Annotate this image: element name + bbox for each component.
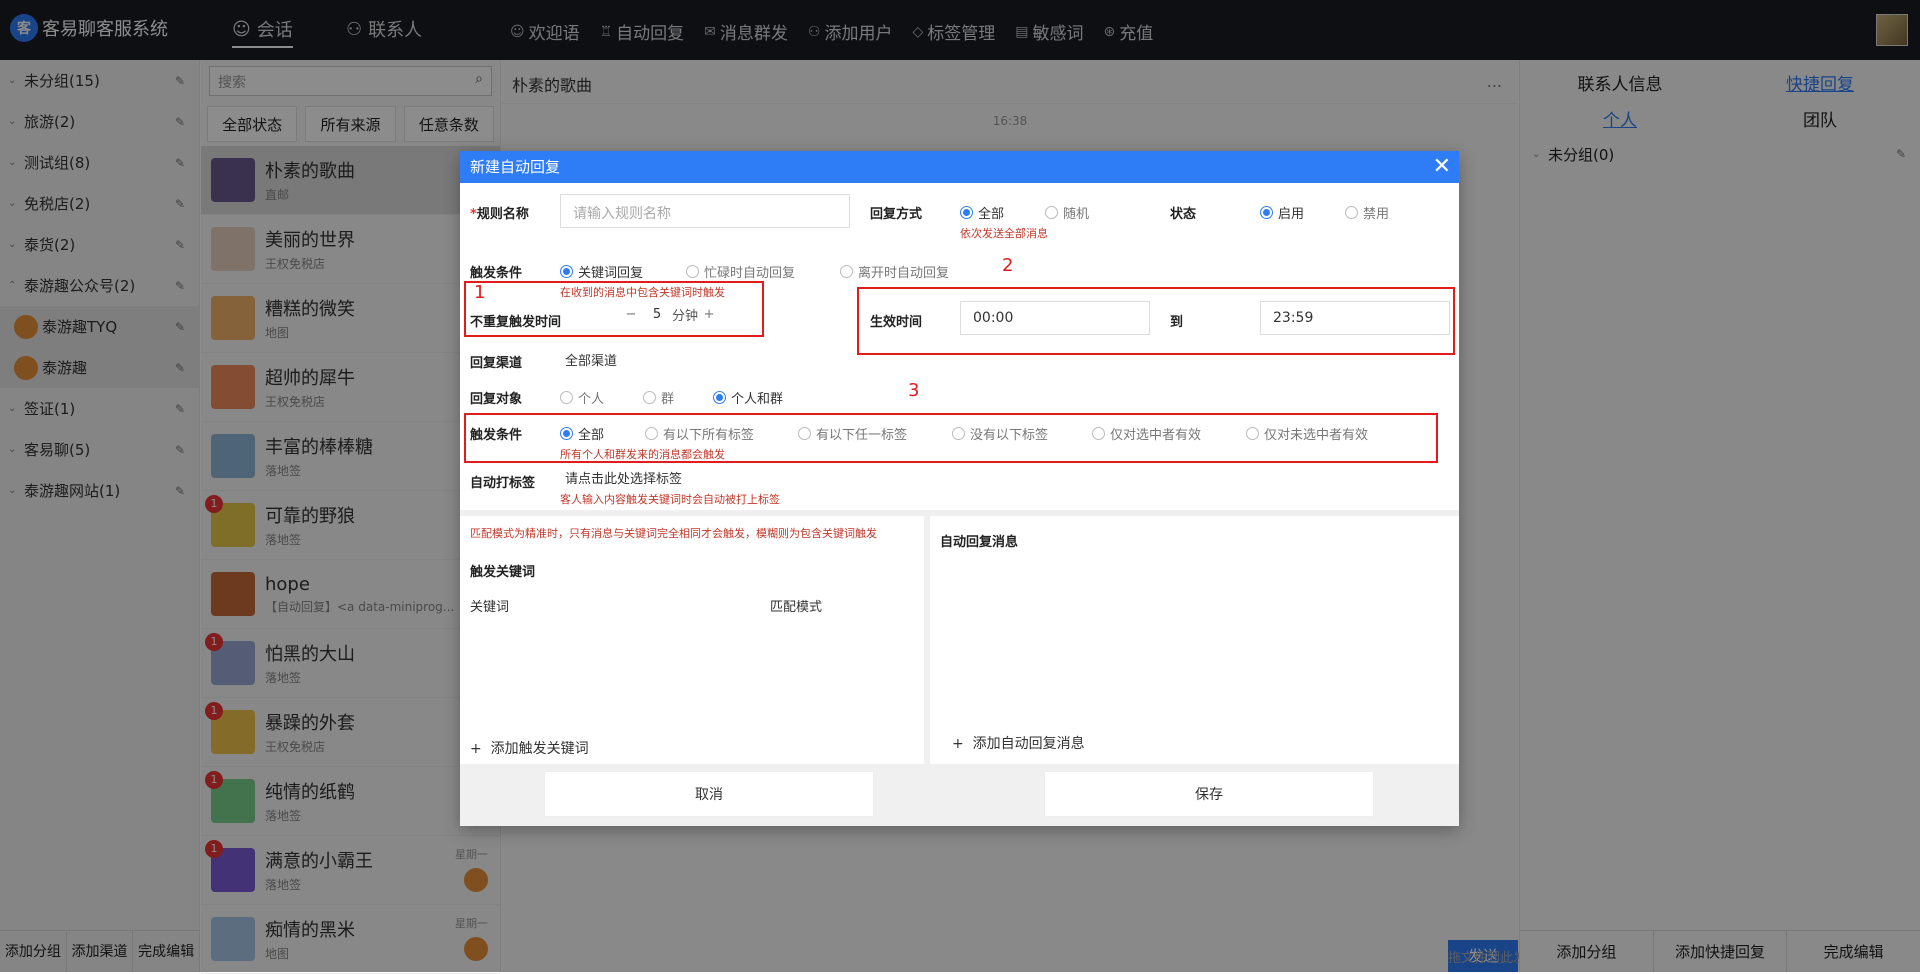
auto-reply-message-title: 自动回复消息 [940,535,1019,550]
add-auto-reply-message-button[interactable]: + 添加自动回复消息 [952,733,1085,753]
target-label: 回复对象 [470,392,523,407]
auto-tag-selector[interactable]: 请点击此处选择标签 [565,468,682,487]
trigger-busy-radio[interactable]: 忙碌时自动回复 [686,262,795,281]
status-enabled-label: 启用 [1278,207,1305,222]
rule-name-label: *规则名称 [470,203,529,222]
trigger-keyword-label: 关键词回复 [578,266,644,281]
add-keyword-button[interactable]: + 添加触发关键词 [470,738,589,758]
rule-name-label-text: 规则名称 [476,207,529,222]
add-keyword-label: 添加触发关键词 [490,741,589,757]
reply-mode-all-radio[interactable]: 全部 [960,203,1004,222]
match-mode-hint: 匹配模式为精准时，只有消息与关键词完全相同才会触发，模糊则为包含关键词触发 [470,527,877,540]
keywords-title: 触发关键词 [470,565,536,580]
radio-dot [1045,206,1058,219]
radio-dot [960,206,973,219]
status-disabled-radio[interactable]: 禁用 [1345,203,1389,222]
match-mode-column-header: 匹配模式 [770,600,823,615]
auto-reply-message-panel: 自动回复消息 + 添加自动回复消息 [930,516,1459,764]
radio-dot [643,391,656,404]
annotation-box-3 [464,413,1438,463]
status-label: 状态 [1170,207,1197,222]
annotation-box-2 [857,287,1455,355]
dialog-header: 新建自动回复 ✕ [460,151,1459,183]
dialog-title: 新建自动回复 [470,158,561,176]
target-both-radio[interactable]: 个人和群 [713,388,783,407]
keyword-column-header: 关键词 [470,600,510,615]
add-auto-reply-message-label: 添加自动回复消息 [972,736,1085,752]
annotation-number-3: 3 [908,380,920,401]
close-icon[interactable]: ✕ [1433,153,1451,181]
trigger-keyword-radio[interactable]: 关键词回复 [560,262,643,281]
plus-icon: + [952,736,964,752]
target-personal-label: 个人 [578,392,605,407]
target-personal-radio[interactable]: 个人 [560,388,604,407]
radio-dot [560,265,573,278]
reply-mode-label: 回复方式 [870,207,923,222]
radio-dot [560,391,573,404]
new-auto-reply-dialog: 新建自动回复 ✕ *规则名称 请输入规则名称 回复方式 全部 随机 依次发送全部… [460,151,1459,826]
annotation-number-1: 1 [474,282,486,303]
required-mark: * [470,207,477,222]
reply-mode-random-radio[interactable]: 随机 [1045,203,1089,222]
radio-dot [1345,206,1358,219]
trigger-label: 触发条件 [470,266,523,281]
radio-dot [713,391,726,404]
channel-label: 回复渠道 [470,356,523,371]
auto-tag-label: 自动打标签 [470,476,536,491]
status-enabled-radio[interactable]: 启用 [1260,203,1304,222]
keyword-panel: 匹配模式为精准时，只有消息与关键词完全相同才会触发，模糊则为包含关键词触发 触发… [460,516,924,764]
radio-dot [686,265,699,278]
radio-dot [840,265,853,278]
trigger-busy-label: 忙碌时自动回复 [704,266,796,281]
cancel-button[interactable]: 取消 [544,771,874,817]
rule-name-input[interactable]: 请输入规则名称 [560,194,850,228]
trigger-away-label: 离开时自动回复 [858,266,950,281]
trigger-away-radio[interactable]: 离开时自动回复 [840,262,949,281]
target-both-label: 个人和群 [731,392,784,407]
reply-mode-random-label: 随机 [1063,207,1090,222]
status-disabled-label: 禁用 [1363,207,1390,222]
target-group-label: 群 [661,392,675,407]
target-group-radio[interactable]: 群 [643,388,674,407]
channel-value[interactable]: 全部渠道 [565,350,617,369]
reply-mode-hint: 依次发送全部消息 [960,227,1048,240]
annotation-number-2: 2 [1002,255,1014,276]
plus-icon: + [470,741,482,757]
auto-tag-hint: 客人输入内容触发关键词时会自动被打上标签 [560,493,780,506]
annotation-box-1 [464,281,764,337]
reply-mode-all-label: 全部 [978,207,1005,222]
save-button[interactable]: 保存 [1044,771,1374,817]
radio-dot [1260,206,1273,219]
